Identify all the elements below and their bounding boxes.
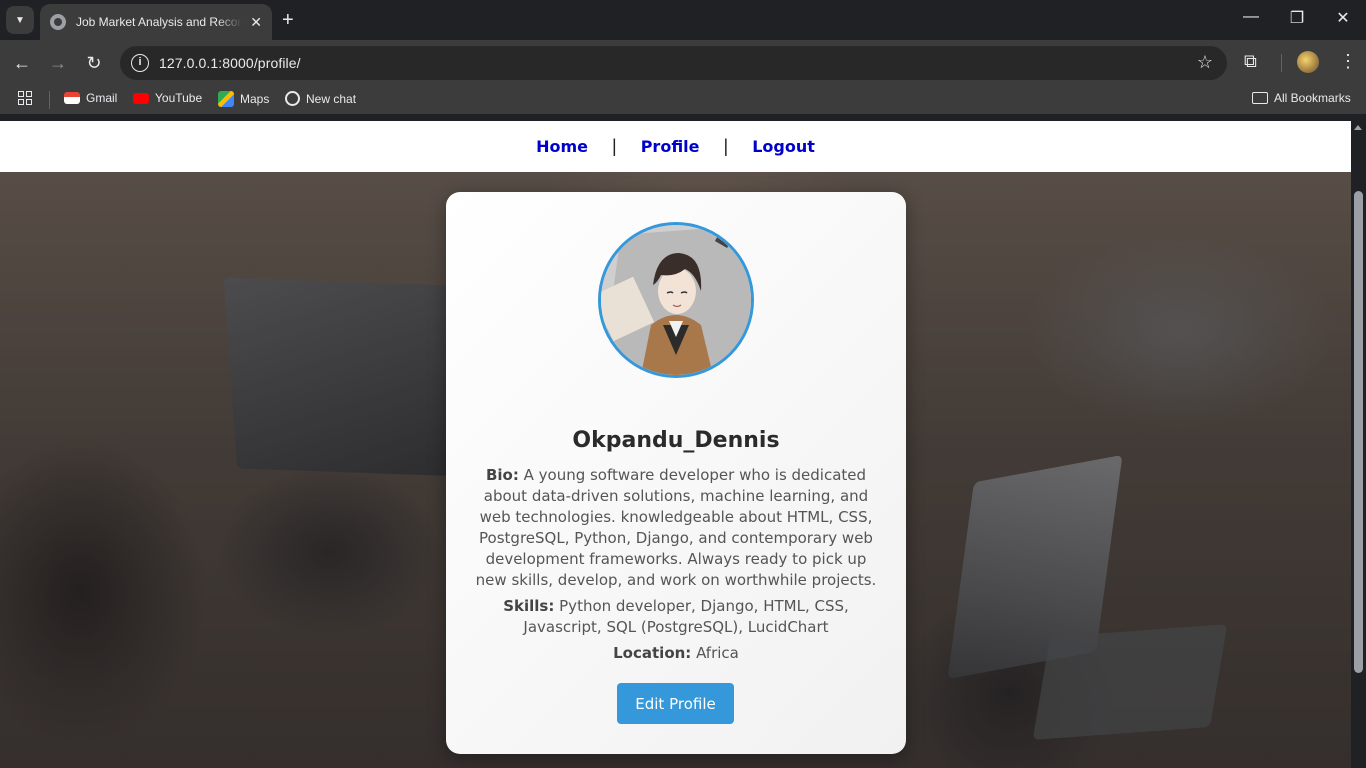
bookmark-maps[interactable]: Maps [218, 91, 269, 107]
nav-home-link[interactable]: Home [536, 137, 588, 156]
skills-label: Skills: [503, 597, 555, 615]
bookmark-youtube[interactable]: YouTube [133, 91, 202, 105]
apps-grid-icon[interactable] [18, 91, 32, 105]
bookmark-star-icon[interactable]: ☆ [1197, 52, 1213, 73]
close-window-icon[interactable]: ✕ [1331, 8, 1355, 28]
bookmarks-divider [49, 91, 50, 109]
gmail-icon [64, 92, 80, 104]
chevron-down-icon: ▼ [15, 14, 25, 26]
bookmark-gmail[interactable]: Gmail [64, 91, 117, 105]
site-info-icon[interactable]: i [131, 54, 149, 72]
new-tab-button[interactable]: + [282, 9, 294, 31]
bio-text: A young software developer who is dedica… [475, 466, 877, 589]
bookmarks-bar: Gmail YouTube Maps New chat All Bookmark… [0, 86, 1366, 114]
location-label: Location: [613, 644, 692, 662]
restore-icon[interactable]: ❐ [1285, 8, 1309, 28]
minimize-icon[interactable]: — [1239, 8, 1263, 26]
page-viewport: Home | Profile | Logout Okpandu_Dennis B… [0, 121, 1351, 768]
bookmark-new-chat[interactable]: New chat [285, 91, 356, 106]
reload-icon[interactable]: ↻ [82, 51, 106, 75]
toolbar-divider [1281, 54, 1282, 72]
menu-dots-icon[interactable]: ⋮ [1339, 51, 1357, 72]
location-text: Africa [696, 644, 739, 662]
profile-username: Okpandu_Dennis [572, 428, 780, 453]
location-paragraph: Location: Africa [474, 643, 878, 664]
scrollbar-thumb[interactable] [1354, 191, 1363, 673]
nav-profile-link[interactable]: Profile [641, 137, 700, 156]
page-scrollbar[interactable] [1351, 121, 1366, 768]
profile-avatar-icon[interactable] [1297, 51, 1319, 73]
folder-icon [1252, 92, 1268, 104]
back-arrow-icon[interactable]: ← [10, 51, 34, 75]
site-navbar: Home | Profile | Logout [0, 121, 1351, 172]
profile-card: Okpandu_Dennis Bio: A young software dev… [446, 192, 906, 754]
active-tab[interactable]: Job Market Analysis and Recommendation ✕ [40, 4, 272, 40]
tab-search-button[interactable]: ▼ [6, 6, 34, 34]
url-text[interactable]: 127.0.0.1:8000/profile/ [159, 55, 301, 71]
scroll-up-icon[interactable] [1354, 125, 1362, 130]
profile-picture [598, 222, 754, 378]
skills-text: Python developer, Django, HTML, CSS, Jav… [523, 597, 849, 636]
browser-toolbar: ← → ↻ i 127.0.0.1:8000/profile/ ☆ ⧉ ⋮ [0, 40, 1366, 86]
chatgpt-icon [285, 91, 300, 106]
tab-title: Job Market Analysis and Recommendation [76, 15, 242, 29]
bio-label: Bio: [485, 466, 519, 484]
edit-profile-button[interactable]: Edit Profile [617, 683, 734, 724]
avatar-illustration [601, 225, 751, 375]
close-tab-icon[interactable]: ✕ [250, 14, 262, 31]
skills-paragraph: Skills: Python developer, Django, HTML, … [474, 596, 878, 638]
nav-logout-link[interactable]: Logout [752, 137, 815, 156]
bio-paragraph: Bio: A young software developer who is d… [474, 465, 878, 591]
youtube-icon [133, 92, 149, 104]
nav-separator: | [723, 136, 729, 156]
extensions-icon[interactable]: ⧉ [1244, 51, 1257, 72]
maps-icon [218, 91, 234, 107]
tab-strip: ▼ Job Market Analysis and Recommendation… [0, 0, 1366, 40]
address-bar[interactable]: i 127.0.0.1:8000/profile/ ☆ [120, 46, 1227, 80]
forward-arrow-icon[interactable]: → [46, 51, 70, 75]
nav-separator: | [612, 136, 617, 156]
globe-icon [50, 14, 66, 30]
all-bookmarks[interactable]: All Bookmarks [1252, 91, 1351, 105]
